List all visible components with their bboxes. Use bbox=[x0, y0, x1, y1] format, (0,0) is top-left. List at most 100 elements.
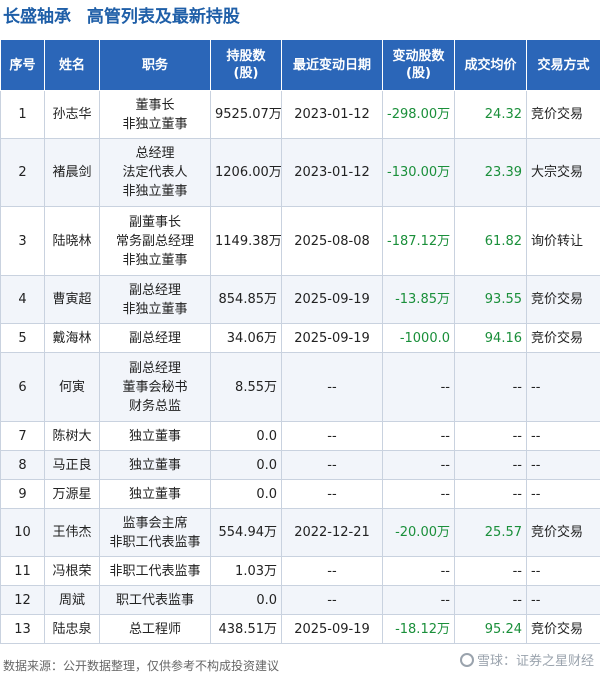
cell-change: -- bbox=[382, 450, 455, 480]
cell-name: 陈树大 bbox=[44, 421, 100, 451]
col-header-no: 序号 bbox=[0, 39, 45, 91]
cell-change: -187.12万 bbox=[382, 206, 455, 276]
cell-no: 11 bbox=[0, 556, 45, 586]
role-line: 非独立董事 bbox=[122, 301, 188, 317]
cell-method: 竞价交易 bbox=[526, 508, 600, 557]
cell-method: 询价转让 bbox=[526, 206, 600, 276]
executive-table: 序号 姓名 职务 持股数 (股) 最近变动日期 变动股数 (股) 成交均价 交易… bbox=[0, 39, 600, 644]
table-row: 10 王伟杰 监事会主席 非职工代表监事 554.94万 2022-12-21 -20.00… bbox=[0, 508, 600, 557]
cell-name: 周斌 bbox=[44, 585, 100, 615]
cell-price: -- bbox=[454, 556, 527, 586]
cell-date: 2023-01-12 bbox=[281, 90, 383, 139]
cell-date: 2022-12-21 bbox=[281, 508, 383, 557]
cell-price: 93.55 bbox=[454, 275, 527, 324]
cell-role: 总工程师 bbox=[99, 614, 211, 644]
cell-change: -20.00万 bbox=[382, 508, 455, 557]
cell-change: -13.85万 bbox=[382, 275, 455, 324]
cell-date: -- bbox=[281, 421, 383, 451]
role-line: 副总经理 bbox=[128, 282, 181, 298]
cell-method: -- bbox=[526, 585, 600, 615]
cell-method: 大宗交易 bbox=[526, 138, 600, 207]
cell-date: -- bbox=[281, 352, 383, 422]
role-line: 副董事长 bbox=[128, 214, 181, 230]
cell-role: 独立董事 bbox=[99, 450, 211, 480]
cell-shares: 34.06万 bbox=[210, 323, 282, 353]
cell-name: 马正良 bbox=[44, 450, 100, 480]
role-line: 独立董事 bbox=[128, 428, 181, 444]
cell-shares: 0.0 bbox=[210, 479, 282, 509]
cell-role: 董事长 非独立董事 bbox=[99, 90, 211, 139]
cell-name: 曹寅超 bbox=[44, 275, 100, 324]
cell-price: 95.24 bbox=[454, 614, 527, 644]
cell-role: 副总经理 非独立董事 bbox=[99, 275, 211, 324]
cell-date: 2025-09-19 bbox=[281, 614, 383, 644]
cell-date: -- bbox=[281, 585, 383, 615]
cell-method: -- bbox=[526, 479, 600, 509]
cell-no: 9 bbox=[0, 479, 45, 509]
table-row: 6 何寅 副总经理 董事会秘书 财务总监 8.55万 -- -- -- -- bbox=[0, 352, 600, 422]
cell-price: 25.57 bbox=[454, 508, 527, 557]
cell-shares: 554.94万 bbox=[210, 508, 282, 557]
cell-role: 独立董事 bbox=[99, 421, 211, 451]
snowball-logo-icon bbox=[459, 652, 474, 667]
cell-shares: 1.03万 bbox=[210, 556, 282, 586]
cell-shares: 8.55万 bbox=[210, 352, 282, 422]
cell-no: 6 bbox=[0, 352, 45, 422]
cell-method: 竞价交易 bbox=[526, 275, 600, 324]
col-header-change: 变动股数 (股) bbox=[382, 39, 455, 91]
cell-method: 竞价交易 bbox=[526, 90, 600, 139]
table-row: 11 冯根荣 非职工代表监事 1.03万 -- -- -- -- bbox=[0, 556, 600, 586]
cell-role: 职工代表监事 bbox=[99, 585, 211, 615]
cell-shares: 0.0 bbox=[210, 450, 282, 480]
cell-date: 2025-09-19 bbox=[281, 275, 383, 324]
cell-date: -- bbox=[281, 450, 383, 480]
cell-role: 监事会主席 非职工代表监事 bbox=[99, 508, 211, 557]
cell-name: 褚晨剑 bbox=[44, 138, 100, 207]
cell-date: -- bbox=[281, 479, 383, 509]
role-line: 职工代表监事 bbox=[115, 592, 194, 608]
cell-shares: 854.85万 bbox=[210, 275, 282, 324]
cell-date: 2025-09-19 bbox=[281, 323, 383, 353]
role-line: 监事会主席 bbox=[122, 515, 188, 531]
role-line: 副总经理 bbox=[128, 330, 181, 346]
cell-no: 1 bbox=[0, 90, 45, 139]
table-row: 2 褚晨剑 总经理 法定代表人 非独立董事 1206.00万 2023-01-12 -130.… bbox=[0, 138, 600, 207]
role-line: 总工程师 bbox=[128, 621, 181, 637]
cell-price: 94.16 bbox=[454, 323, 527, 353]
role-line: 常务副总经理 bbox=[115, 233, 194, 249]
table-row: 9 万源星 独立董事 0.0 -- -- -- -- bbox=[0, 479, 600, 509]
cell-shares: 1149.38万 bbox=[210, 206, 282, 276]
cell-change: -- bbox=[382, 479, 455, 509]
cell-price: -- bbox=[454, 479, 527, 509]
cell-role: 非职工代表监事 bbox=[99, 556, 211, 586]
cell-no: 8 bbox=[0, 450, 45, 480]
cell-method: -- bbox=[526, 352, 600, 422]
cell-role: 副董事长 常务副总经理 非独立董事 bbox=[99, 206, 211, 276]
cell-price: -- bbox=[454, 352, 527, 422]
table-title: 高管列表及最新持股 bbox=[86, 7, 240, 27]
cell-change: -130.00万 bbox=[382, 138, 455, 207]
role-line: 非职工代表监事 bbox=[109, 563, 201, 579]
role-line: 非独立董事 bbox=[122, 184, 188, 199]
table-row: 12 周斌 职工代表监事 0.0 -- -- -- -- bbox=[0, 585, 600, 615]
role-line: 财务总监 bbox=[128, 398, 181, 414]
cell-role: 副总经理 bbox=[99, 323, 211, 353]
col-header-price: 成交均价 bbox=[454, 39, 527, 91]
cell-date: 2023-01-12 bbox=[281, 138, 383, 207]
col-header-shares: 持股数 (股) bbox=[210, 39, 282, 91]
role-line: 独立董事 bbox=[128, 486, 181, 502]
role-line: 董事会秘书 bbox=[122, 379, 188, 395]
cell-change: -- bbox=[382, 585, 455, 615]
role-line: 董事长 bbox=[135, 97, 175, 113]
cell-role: 独立董事 bbox=[99, 479, 211, 509]
cell-name: 孙志华 bbox=[44, 90, 100, 139]
cell-shares: 438.51万 bbox=[210, 614, 282, 644]
cell-price: -- bbox=[454, 585, 527, 615]
page-title: 长盛轴承 高管列表及最新持股 bbox=[3, 3, 240, 31]
cell-change: -- bbox=[382, 421, 455, 451]
cell-name: 冯根荣 bbox=[44, 556, 100, 586]
cell-no: 2 bbox=[0, 138, 45, 207]
data-source-note: 数据来源：公开数据整理，仅供参考不构成投资建议 bbox=[3, 659, 280, 673]
col-header-name: 姓名 bbox=[44, 39, 100, 91]
cell-name: 王伟杰 bbox=[44, 508, 100, 557]
